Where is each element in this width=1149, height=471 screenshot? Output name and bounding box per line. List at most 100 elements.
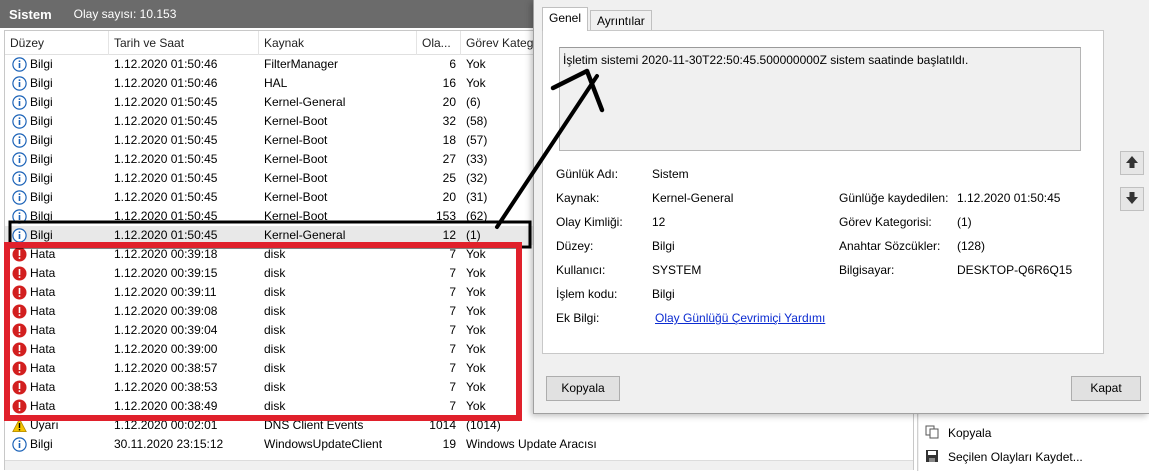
error-icon [12, 380, 27, 395]
tab-general[interactable]: Genel [542, 7, 589, 31]
cell-source: HAL [264, 76, 288, 90]
action-save-selected[interactable]: Seçilen Olayları Kaydet... [925, 447, 1083, 467]
previous-event-button[interactable] [1120, 151, 1144, 175]
close-button[interactable]: Kapat [1071, 376, 1141, 401]
cell-event-id: 6 [449, 57, 456, 71]
cell-source: DNS Client Events [264, 418, 364, 432]
cell-datetime: 1.12.2020 01:50:45 [114, 152, 218, 166]
cell-level: Hata [30, 304, 56, 318]
column-header-source[interactable]: Kaynak [259, 31, 417, 55]
info-icon [12, 228, 27, 243]
keywords-value: (128) [957, 239, 986, 253]
cell-event-id: 32 [442, 114, 456, 128]
cell-event-id: 19 [442, 437, 456, 451]
next-event-button[interactable] [1120, 187, 1144, 211]
save-icon [925, 449, 939, 463]
cell-datetime: 1.12.2020 01:50:46 [114, 76, 218, 90]
cell-datetime: 1.12.2020 01:50:45 [114, 95, 218, 109]
horizontal-scrollbar[interactable] [5, 460, 913, 470]
cell-task-category: (1014) [466, 418, 501, 432]
cell-source: disk [264, 304, 286, 318]
general-tab-panel: İşletim sistemi 2020-11-30T22:50:45.5000… [542, 30, 1104, 354]
column-header-level[interactable]: Düzey [5, 31, 109, 55]
cell-level: Hata [30, 323, 56, 337]
cell-event-id: 18 [442, 133, 456, 147]
cell-datetime: 1.12.2020 00:39:08 [114, 304, 218, 318]
source-label: Kaynak: [556, 191, 600, 205]
cell-source: disk [264, 380, 286, 394]
cell-datetime: 1.12.2020 01:50:45 [114, 228, 218, 242]
cell-datetime: 1.12.2020 01:50:45 [114, 171, 218, 185]
info-icon [12, 437, 27, 452]
logged-label: Günlüğe kaydedilen: [839, 191, 949, 205]
info-icon [12, 209, 27, 224]
logged-value: 1.12.2020 01:50:45 [957, 191, 1061, 205]
copy-button[interactable]: Kopyala [546, 376, 620, 401]
cell-level: Hata [30, 266, 56, 280]
action-copy[interactable]: Kopyala [925, 423, 991, 443]
cell-datetime: 1.12.2020 01:50:45 [114, 114, 218, 128]
cell-level: Bilgi [30, 76, 53, 90]
cell-source: Kernel-General [264, 228, 346, 242]
table-row[interactable]: Bilgi 30.11.2020 23:15:12 WindowsUpdateCli… [5, 435, 913, 454]
cell-level: Bilgi [30, 57, 53, 71]
event-description[interactable]: İşletim sistemi 2020-11-30T22:50:45.5000… [559, 47, 1081, 151]
cell-datetime: 1.12.2020 00:39:04 [114, 323, 218, 337]
cell-event-id: 7 [449, 399, 456, 413]
info-icon [12, 95, 27, 110]
cell-source: disk [264, 399, 286, 413]
actions-panel: Kopyala Seçilen Olayları Kaydet... [919, 404, 1149, 471]
error-icon [12, 361, 27, 376]
cell-level: Bilgi [30, 95, 53, 109]
cell-event-id: 12 [442, 228, 456, 242]
error-icon [12, 323, 27, 338]
task-category-value: (1) [957, 215, 972, 229]
computer-value: DESKTOP-Q6R6Q15 [957, 263, 1073, 277]
error-icon [12, 247, 27, 262]
cell-event-id: 7 [449, 361, 456, 375]
warning-icon [12, 418, 27, 433]
column-header-datetime[interactable]: Tarih ve Saat [109, 31, 259, 55]
column-header-event-id[interactable]: Ola... [417, 31, 461, 55]
arrow-up-icon [1125, 155, 1139, 172]
cell-datetime: 1.12.2020 01:50:45 [114, 190, 218, 204]
cell-level: Hata [30, 361, 56, 375]
cell-datetime: 1.12.2020 00:02:01 [114, 418, 218, 432]
cell-datetime: 30.11.2020 23:15:12 [114, 437, 224, 451]
level-value: Bilgi [652, 239, 675, 253]
cell-source: disk [264, 266, 286, 280]
error-icon [12, 342, 27, 357]
event-properties-dialog: Genel Ayrıntılar İşletim sistemi 2020-11… [533, 0, 1149, 414]
arrow-down-icon [1125, 191, 1139, 208]
cell-datetime: 1.12.2020 00:38:53 [114, 380, 218, 394]
event-id-label: Olay Kimliği: [556, 215, 623, 229]
copy-icon [925, 425, 939, 439]
tab-details[interactable]: Ayrıntılar [590, 10, 652, 32]
error-icon [12, 399, 27, 414]
log-title: Sistem [9, 6, 52, 22]
cell-datetime: 1.12.2020 00:39:00 [114, 342, 218, 356]
error-icon [12, 285, 27, 300]
cell-level: Hata [30, 342, 56, 356]
cell-event-id: 7 [449, 266, 456, 280]
cell-level: Bilgi [30, 133, 53, 147]
cell-level: Hata [30, 380, 56, 394]
cell-event-id: 7 [449, 304, 456, 318]
cell-datetime: 1.12.2020 01:50:45 [114, 133, 218, 147]
cell-event-id: 1014 [429, 418, 456, 432]
cell-level: Bilgi [30, 228, 53, 242]
cell-event-id: 153 [435, 209, 456, 223]
cell-datetime: 1.12.2020 00:38:57 [114, 361, 218, 375]
cell-event-id: 7 [449, 323, 456, 337]
cell-level: Bilgi [30, 190, 53, 204]
cell-source: Kernel-Boot [264, 209, 328, 223]
cell-source: WindowsUpdateClient [264, 437, 383, 451]
info-icon [12, 190, 27, 205]
cell-datetime: 1.12.2020 01:50:45 [114, 209, 218, 223]
computer-label: Bilgisayar: [839, 263, 895, 277]
online-help-link[interactable]: Olay Günlüğü Çevrimiçi Yardımı [655, 311, 825, 325]
table-row[interactable]: Uyarı 1.12.2020 00:02:01 DNS Client Events… [5, 416, 913, 435]
info-icon [12, 57, 27, 72]
event-id-value: 12 [652, 215, 666, 229]
cell-source: Kernel-Boot [264, 190, 328, 204]
